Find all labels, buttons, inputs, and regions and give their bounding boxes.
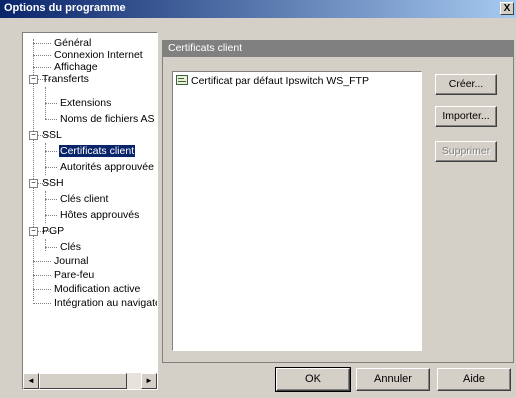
tree-horizontal-scrollbar[interactable]: ◄ ► (23, 373, 157, 389)
tree-item-modification-active[interactable]: Modification active (53, 283, 141, 295)
panel-title: Certificats client (162, 40, 514, 57)
import-button[interactable]: Importer... (435, 106, 497, 127)
options-tree[interactable]: − − − − Général Connexion Internet Affic… (22, 32, 158, 390)
delete-button[interactable]: Supprimer (435, 141, 497, 162)
scroll-left-icon[interactable]: ◄ (23, 373, 39, 389)
tree-collapse-ssl-icon[interactable]: − (29, 131, 38, 140)
certificate-list[interactable]: Certificat par défaut Ipswitch WS_FTP (172, 71, 422, 351)
tree-item-cles[interactable]: Clés (59, 241, 82, 253)
window-title: Options du programme (4, 2, 126, 14)
tree-collapse-pgp-icon[interactable]: − (29, 227, 38, 236)
tree-item-certificats-client[interactable]: Certificats client (57, 144, 137, 158)
scroll-thumb[interactable] (39, 373, 127, 389)
tree-item-cles-client[interactable]: Clés client (59, 193, 109, 205)
close-icon[interactable]: X (500, 2, 514, 15)
tree-item-journal[interactable]: Journal (53, 255, 89, 267)
ok-button[interactable]: OK (275, 367, 351, 392)
scroll-right-icon[interactable]: ► (141, 373, 157, 389)
tree-item-hotes-approuves[interactable]: Hôtes approuvés (59, 209, 140, 221)
tree-item-connexion-internet[interactable]: Connexion Internet (53, 49, 144, 61)
tree-item-pare-feu[interactable]: Pare-feu (53, 269, 95, 281)
tree-item-ssh[interactable]: SSH (41, 177, 65, 189)
help-button[interactable]: Aide (437, 368, 511, 391)
cancel-button[interactable]: Annuler (356, 368, 430, 391)
tree-collapse-transferts-icon[interactable]: − (29, 75, 38, 84)
tree-item-noms-de-fichiers[interactable]: Noms de fichiers AS (59, 113, 156, 125)
tree-item-autorites-approuvees[interactable]: Autorités approuvée (59, 161, 155, 173)
tree-item-extensions[interactable]: Extensions (59, 97, 112, 109)
certificate-icon (176, 75, 188, 85)
title-bar[interactable]: Options du programme X (0, 0, 516, 18)
tree-item-integration-navigateur[interactable]: Intégration au navigateu (53, 297, 157, 309)
tree-item-affichage[interactable]: Affichage (53, 61, 99, 73)
certificate-label: Certificat par défaut Ipswitch WS_FTP (191, 75, 369, 87)
tree-item-general[interactable]: Général (53, 37, 92, 49)
tree-collapse-ssh-icon[interactable]: − (29, 179, 38, 188)
tree-item-ssl[interactable]: SSL (41, 129, 63, 141)
tree-item-pgp[interactable]: PGP (41, 225, 65, 237)
list-item[interactable]: Certificat par défaut Ipswitch WS_FTP (176, 75, 369, 88)
create-button[interactable]: Créer... (435, 74, 497, 95)
tree-item-transferts[interactable]: Transferts (41, 73, 90, 85)
